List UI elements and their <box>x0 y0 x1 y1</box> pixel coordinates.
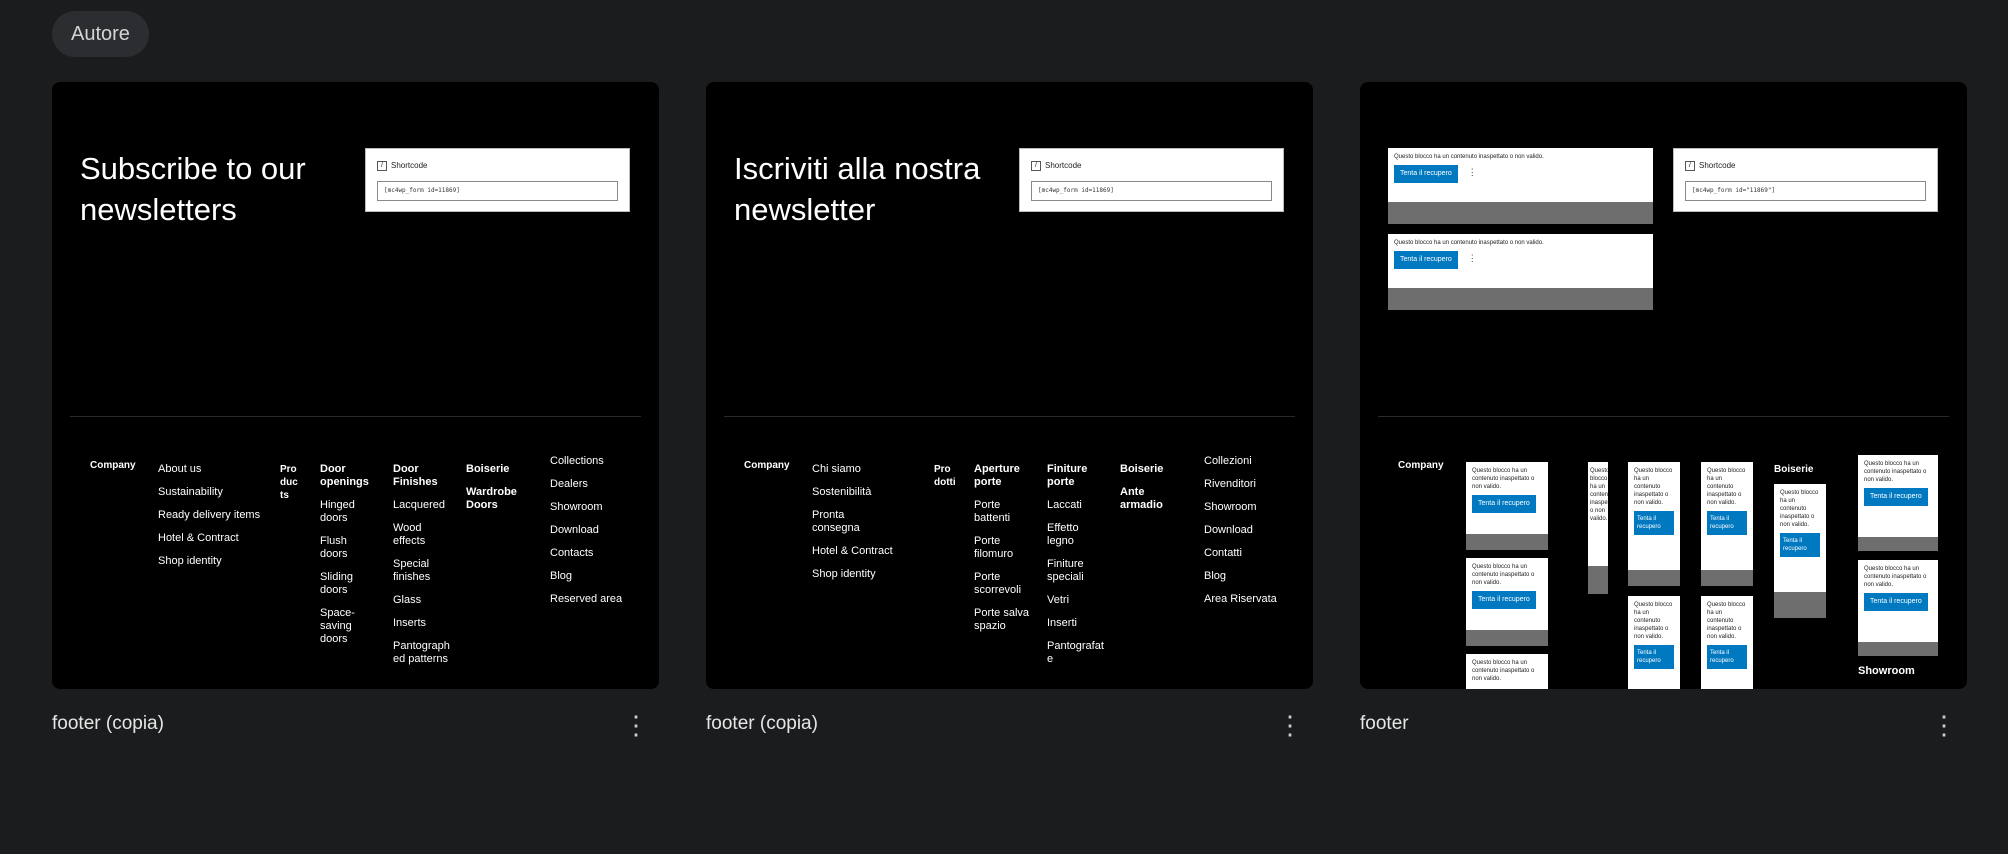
footer-col-door-openings: Aperture porte Porte battenti Porte filo… <box>974 463 1030 632</box>
footer-col-company: Chi siamo Sostenibilità Pronta consegna … <box>812 463 893 580</box>
newsletter-headline: Iscriviti alla nostra newsletter <box>734 151 981 227</box>
invalid-block-notice: Questo blocco ha un contenuto inaspettat… <box>1858 455 1938 551</box>
newsletter-headline: Subscribe to our newsletters <box>80 151 306 227</box>
footer-link-showroom: Showroom <box>1858 665 1915 677</box>
retry-button[interactable]: Tenta il recupero <box>1472 591 1536 609</box>
pattern-title-1[interactable]: footer (copia) <box>52 713 164 735</box>
shortcode-block: / Shortcode [mc4wp_form id=11869] <box>365 148 630 212</box>
footer-divider <box>724 416 1295 417</box>
footer-divider <box>70 416 641 417</box>
pattern-card-3-preview[interactable]: Questo blocco ha un contenuto inaspettat… <box>1360 82 1967 689</box>
pattern-title-2[interactable]: footer (copia) <box>706 713 818 735</box>
invalid-block-notice: Questo blocco ha un contenuto inaspettat… <box>1466 462 1548 550</box>
footer-col-boiserie: Boiserie Ante armadio <box>1120 463 1164 511</box>
invalid-block-notice: Questo blocco ha un contenuto inaspettat… <box>1466 558 1548 646</box>
footer-col-door-finishes: Finiture porte Laccati Effetto legno Fin… <box>1047 463 1104 665</box>
shortcode-block: / Shortcode [mc4wp_form id="11869"] <box>1673 148 1938 212</box>
invalid-block-notice: Questo blocco ha un contenuto inaspettat… <box>1628 462 1680 586</box>
company-logo-text: Company <box>90 460 136 471</box>
shortcode-icon: / <box>1685 161 1695 171</box>
retry-button[interactable]: Tenta il recupero <box>1864 488 1928 506</box>
invalid-block-notice: Questo blocco ha un contenuto inaspettat… <box>1701 596 1753 689</box>
kebab-menu-icon[interactable]: ⋮ <box>1277 710 1303 740</box>
footer-col-company: About us Sustainability Ready delivery i… <box>158 463 261 567</box>
kebab-menu-icon[interactable]: ⋮ <box>623 710 649 740</box>
footer-divider <box>1378 416 1949 417</box>
shortcode-icon: / <box>1031 161 1041 171</box>
footer-col-boiserie: Boiserie <box>1774 464 1814 475</box>
more-options-icon[interactable]: ⋮ <box>1468 168 1477 177</box>
footer-col-products-head: Products <box>280 464 298 501</box>
author-filter-chip[interactable]: Autore <box>52 11 149 57</box>
retry-button[interactable]: Tenta il recupero <box>1864 593 1928 611</box>
invalid-block-notice: Questo blocco ha un contenuto inaspettat… <box>1588 462 1608 594</box>
pattern-card-1-preview[interactable]: Subscribe to our newsletters / Shortcode … <box>52 82 659 689</box>
retry-button[interactable]: Tenta il recupero <box>1472 495 1536 513</box>
invalid-block-notice: Questo blocco ha un contenuto inaspettat… <box>1628 596 1680 689</box>
invalid-block-notice: Questo blocco ha un contenuto inaspettat… <box>1466 654 1548 689</box>
footer-col-door-openings: Door openings Hinged doors Flush doors S… <box>320 463 369 645</box>
company-logo-text: Company <box>744 460 790 471</box>
shortcode-icon: / <box>377 161 387 171</box>
invalid-block-notice: Questo blocco ha un contenuto inaspettat… <box>1858 560 1938 656</box>
invalid-block-notice: Questo blocco ha un contenuto inaspettat… <box>1701 462 1753 586</box>
invalid-block-notice: Questo blocco ha un contenuto inaspettat… <box>1388 234 1653 310</box>
footer-col-boiserie: Boiserie Wardrobe Doors <box>466 463 517 511</box>
pattern-title-3[interactable]: footer <box>1360 713 1409 735</box>
footer-col-links: Collections Dealers Showroom Download Co… <box>550 455 623 605</box>
footer-col-links: Collezioni Rivenditori Showroom Download… <box>1204 455 1277 605</box>
retry-button[interactable]: Tenta il recupero <box>1394 251 1458 269</box>
retry-button[interactable]: Tenta il recupero <box>1634 645 1674 669</box>
shortcode-input: [mc4wp_form id="11869"] <box>1685 181 1926 201</box>
retry-button[interactable]: Tenta il recupero <box>1707 645 1747 669</box>
more-options-icon[interactable]: ⋮ <box>1468 254 1477 263</box>
shortcode-input: [mc4wp_form id=11869] <box>1031 181 1272 201</box>
footer-col-products-head: Prodotti <box>934 464 956 488</box>
retry-button[interactable]: Tenta il recupero <box>1394 165 1458 183</box>
footer-col-door-finishes: Door Finishes Lacquered Wood effects Spe… <box>393 463 450 665</box>
retry-button[interactable]: Tenta il recupero <box>1780 533 1820 557</box>
shortcode-block: / Shortcode [mc4wp_form id=11869] <box>1019 148 1284 212</box>
retry-button[interactable]: Tenta il recupero <box>1707 511 1747 535</box>
invalid-block-notice: Questo blocco ha un contenuto inaspettat… <box>1388 148 1653 224</box>
company-logo-text: Company <box>1398 460 1444 471</box>
invalid-block-notice: Questo blocco ha un contenuto inaspettat… <box>1774 484 1826 618</box>
kebab-menu-icon[interactable]: ⋮ <box>1931 710 1957 740</box>
retry-button[interactable]: Tenta il recupero <box>1634 511 1674 535</box>
pattern-card-2-preview[interactable]: Iscriviti alla nostra newsletter / Shortc… <box>706 82 1313 689</box>
shortcode-input: [mc4wp_form id=11869] <box>377 181 618 201</box>
